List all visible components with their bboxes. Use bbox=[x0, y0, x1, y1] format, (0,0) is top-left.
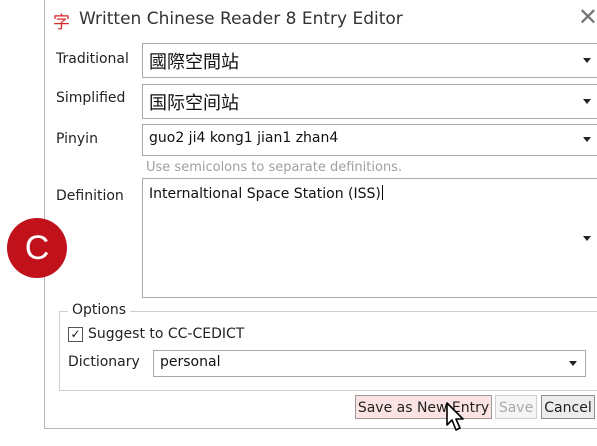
dictionary-combobox[interactable]: personal bbox=[153, 350, 586, 377]
dropdown-caret-icon[interactable] bbox=[583, 137, 591, 142]
close-icon[interactable]: ✕ bbox=[578, 4, 597, 30]
window-title: Written Chinese Reader 8 Entry Editor bbox=[79, 9, 403, 29]
definition-text-wrap: Internaltional Space Station (ISS) bbox=[149, 185, 383, 202]
options-title: Options bbox=[68, 302, 131, 318]
traditional-combobox[interactable]: 國際空間站 bbox=[142, 43, 597, 78]
dictionary-value: personal bbox=[160, 354, 221, 370]
dropdown-caret-icon[interactable] bbox=[569, 361, 577, 366]
definition-value: Internaltional Space Station (ISS) bbox=[149, 186, 381, 202]
options-group: Options ✓ Suggest to CC-CEDICT Dictionar… bbox=[59, 302, 597, 391]
entry-editor-window: 字 Written Chinese Reader 8 Entry Editor … bbox=[44, 0, 597, 429]
dropdown-caret-icon[interactable] bbox=[583, 236, 591, 241]
dropdown-caret-icon[interactable] bbox=[583, 58, 591, 63]
text-cursor bbox=[381, 185, 383, 200]
dropdown-caret-icon[interactable] bbox=[583, 99, 591, 104]
suggest-checkbox[interactable]: ✓ bbox=[68, 327, 83, 342]
definition-textarea[interactable]: Internaltional Space Station (ISS) bbox=[142, 178, 597, 298]
definition-label: Definition bbox=[56, 188, 124, 204]
checkbox-check-icon: ✓ bbox=[70, 327, 81, 341]
traditional-value: 國際空間站 bbox=[149, 52, 239, 73]
app-icon: 字 bbox=[53, 13, 70, 33]
simplified-value: 国际空间站 bbox=[149, 93, 239, 114]
section-badge: C bbox=[7, 218, 67, 278]
definition-hint: Use semicolons to separate definitions. bbox=[146, 160, 403, 175]
pinyin-label: Pinyin bbox=[56, 131, 98, 147]
dictionary-label: Dictionary bbox=[68, 354, 140, 370]
pinyin-combobox[interactable]: guo2 ji4 kong1 jian1 zhan4 bbox=[142, 124, 597, 156]
pinyin-value: guo2 ji4 kong1 jian1 zhan4 bbox=[149, 130, 339, 146]
save-as-new-entry-button[interactable]: Save as New Entry bbox=[355, 395, 492, 419]
simplified-label: Simplified bbox=[56, 90, 126, 106]
mouse-pointer-icon bbox=[446, 402, 464, 431]
cancel-button[interactable]: Cancel bbox=[541, 395, 595, 419]
traditional-label: Traditional bbox=[56, 51, 129, 67]
suggest-label: Suggest to CC-CEDICT bbox=[88, 326, 245, 342]
save-button[interactable]: Save bbox=[495, 395, 537, 419]
title-bar: 字 Written Chinese Reader 8 Entry Editor … bbox=[45, 0, 597, 38]
simplified-combobox[interactable]: 国际空间站 bbox=[142, 84, 597, 119]
